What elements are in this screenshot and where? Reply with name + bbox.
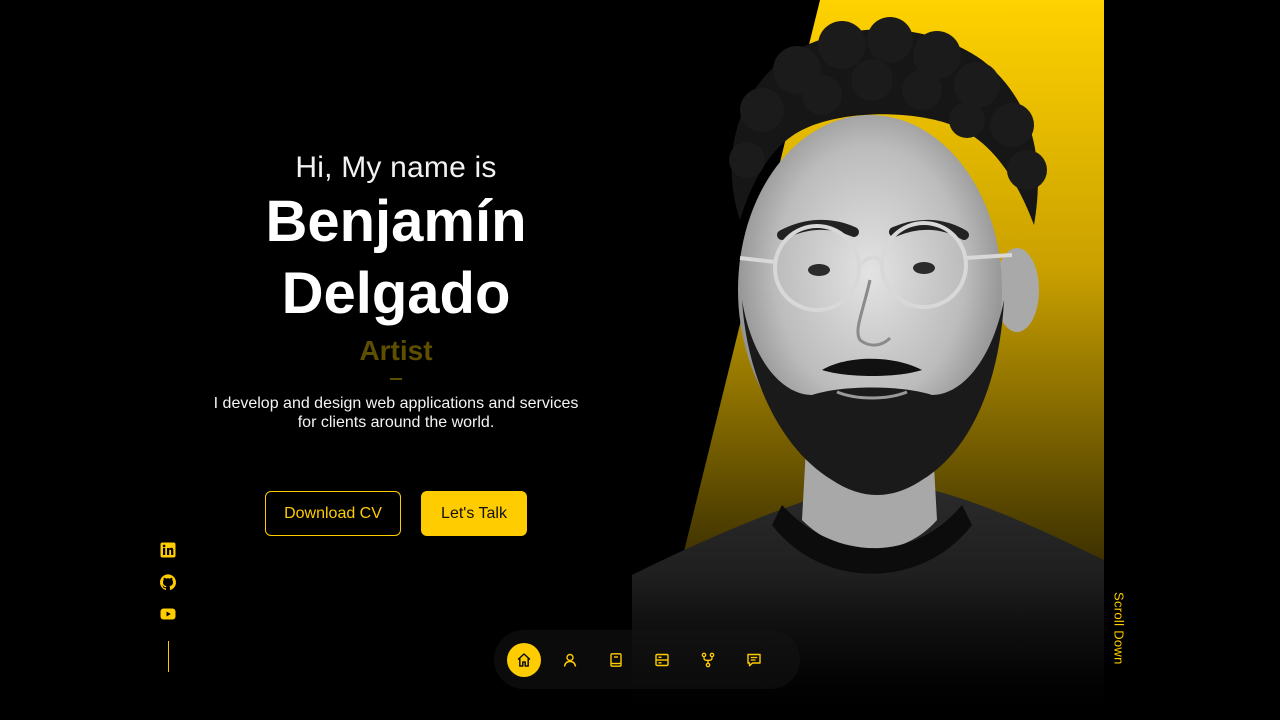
download-cv-button[interactable]: Download CV — [265, 491, 401, 536]
user-icon — [563, 653, 577, 667]
hero-portrait — [632, 0, 1104, 720]
nav-about[interactable] — [553, 643, 587, 677]
nav-home[interactable] — [507, 642, 541, 677]
tagline: I develop and design web applications an… — [196, 394, 596, 432]
tagline-line-1: I develop and design web applications an… — [213, 395, 579, 412]
git-fork-icon — [701, 652, 715, 667]
portrait-photo — [632, 0, 1104, 720]
nav-services[interactable] — [645, 643, 679, 677]
social-links — [159, 541, 177, 623]
lets-talk-button[interactable]: Let's Talk — [421, 491, 527, 536]
message-icon — [747, 653, 761, 666]
youtube-icon — [160, 608, 176, 620]
scroll-down-label: Scroll Down — [1111, 592, 1127, 665]
social-divider — [168, 641, 169, 672]
nav-portfolio[interactable] — [691, 643, 725, 677]
typing-cursor — [390, 378, 402, 380]
bottom-nav — [494, 630, 800, 689]
hero-intro: Hi, My name is Benjamín Delgado Artist I… — [196, 150, 596, 432]
tagline-line-2: for clients around the world. — [297, 414, 495, 431]
youtube-link[interactable] — [159, 605, 177, 623]
github-link[interactable] — [159, 573, 177, 591]
greeting-text: Hi, My name is — [295, 151, 497, 184]
server-icon — [655, 653, 669, 666]
role-text: Artist — [359, 335, 433, 366]
book-icon — [610, 652, 622, 667]
scroll-down-link[interactable]: Scroll Down — [1110, 592, 1128, 672]
first-name: Benjamín — [265, 189, 527, 254]
linkedin-icon — [160, 542, 176, 558]
home-icon — [517, 652, 531, 667]
github-icon — [160, 574, 176, 590]
linkedin-link[interactable] — [159, 541, 177, 559]
last-name: Delgado — [281, 261, 511, 326]
nav-experience[interactable] — [599, 643, 633, 677]
nav-contact[interactable] — [737, 643, 771, 677]
